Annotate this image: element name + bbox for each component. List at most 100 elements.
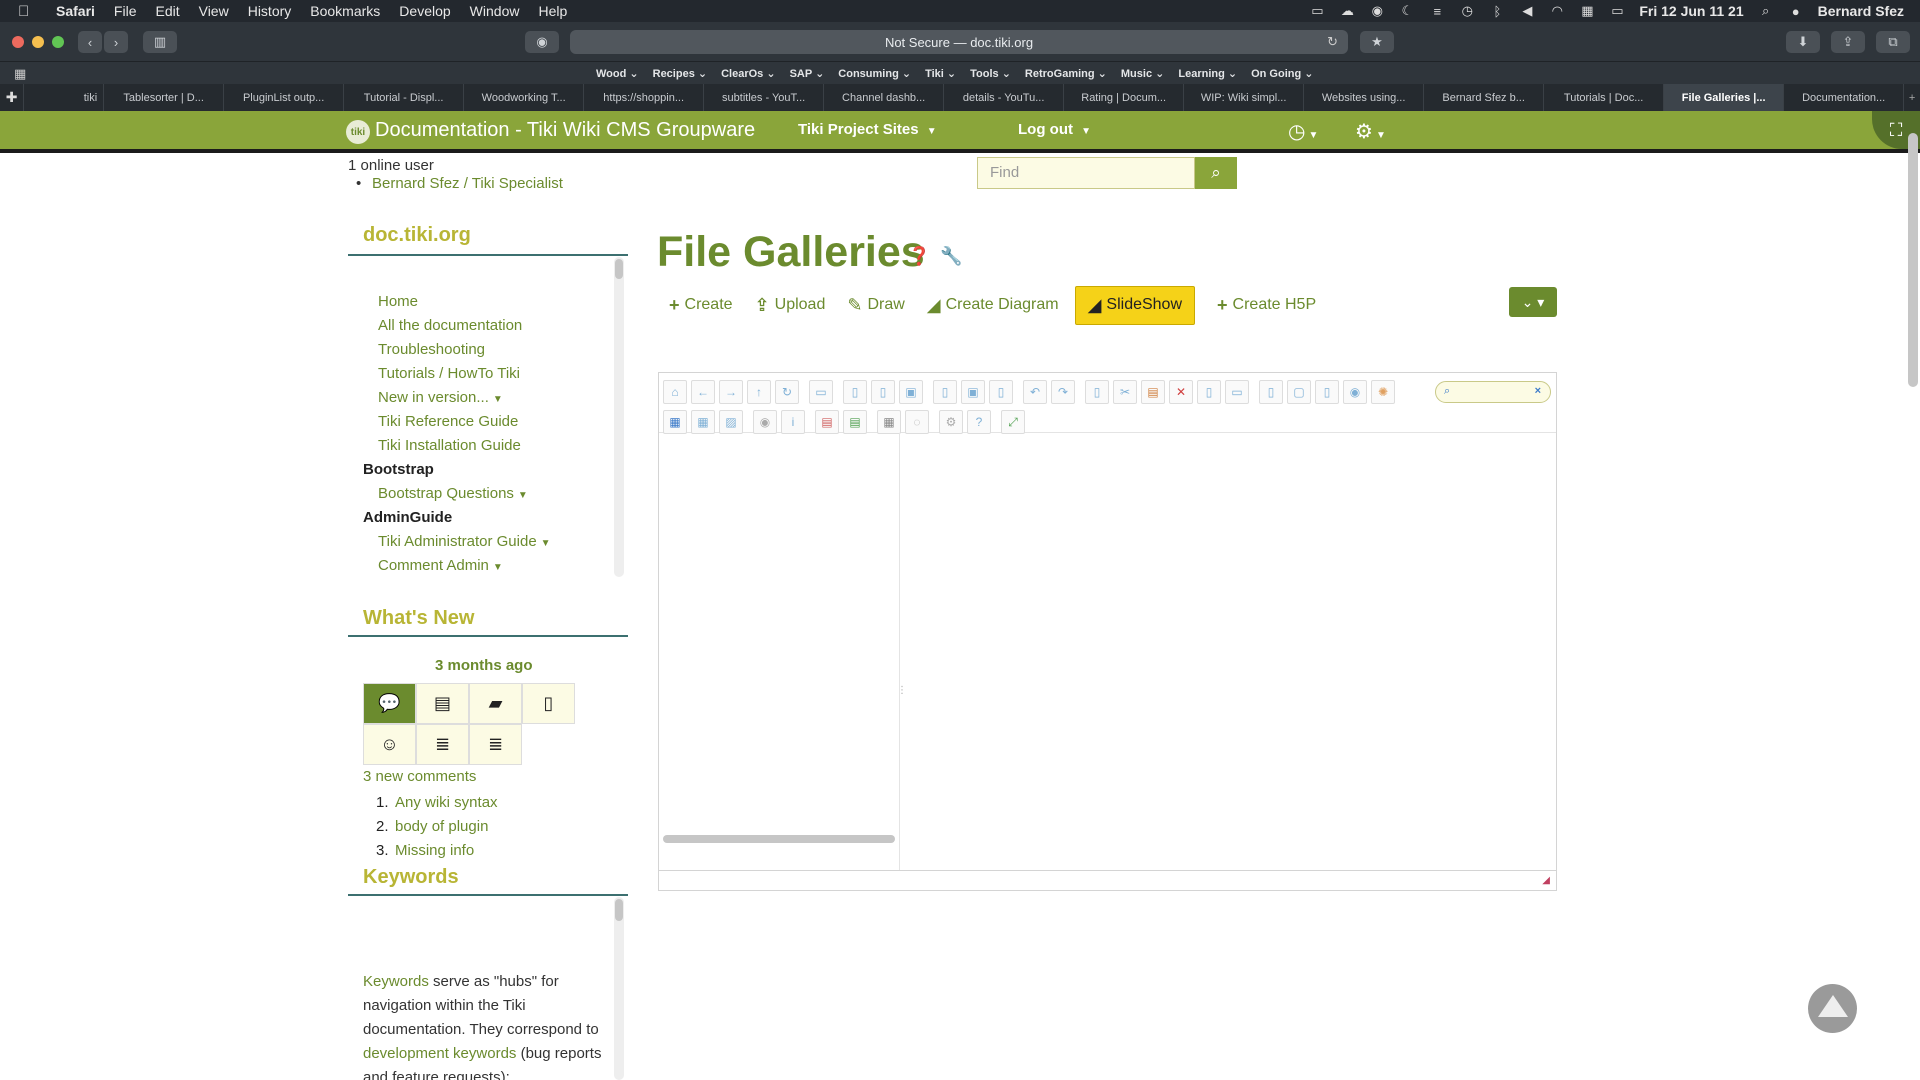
site-title[interactable]: Documentation - Tiki Wiki CMS Groupware	[375, 119, 755, 142]
tab-overview-button[interactable]: ⧉	[1876, 31, 1910, 53]
spotlight-search-icon[interactable]: ⌕	[1758, 3, 1774, 18]
bookmark-folder[interactable]: RetroGaming ⌄	[1025, 67, 1107, 80]
help-icon[interactable]: ❓	[908, 246, 930, 267]
tab[interactable]: Bernard Sfez b...	[1424, 84, 1545, 111]
tab[interactable]: Tablesorter | D...	[104, 84, 225, 111]
bookmark-folder[interactable]: ClearOs ⌄	[721, 67, 775, 80]
sidebar-heading-adminguide[interactable]: AdminGuide	[363, 506, 551, 530]
sidebar-heading-bootstrap[interactable]: Bootstrap	[363, 458, 551, 482]
download-icon[interactable]: ▣	[961, 380, 985, 404]
sidebar-item-tutorials[interactable]: Tutorials / HowTo Tiki	[363, 362, 551, 386]
database-tab-icon-2[interactable]: ≣	[469, 724, 522, 765]
menu-develop[interactable]: Develop	[399, 3, 450, 19]
copy-icon[interactable]: ▯	[1085, 380, 1109, 404]
sidebar-item-home[interactable]: Home	[363, 290, 551, 314]
reader-button[interactable]: ★	[1360, 31, 1394, 53]
bluetooth-icon[interactable]: ᛒ	[1489, 4, 1505, 19]
forward-button[interactable]: ›	[104, 31, 128, 53]
undo-icon[interactable]: ↶	[1023, 380, 1047, 404]
file-tab-icon[interactable]: ▯	[522, 683, 575, 724]
tab[interactable]: PluginList outp...	[224, 84, 345, 111]
menu-safari[interactable]: Safari	[56, 3, 95, 19]
bookmark-folder[interactable]: Music ⌄	[1121, 67, 1164, 80]
new-comments-link[interactable]: 3 new comments	[363, 768, 476, 785]
search-input[interactable]: Find	[977, 157, 1195, 189]
online-user-link[interactable]: Bernard Sfez / Tiki Specialist	[356, 175, 563, 192]
back-button[interactable]: ‹	[78, 31, 102, 53]
menubar-clock[interactable]: Fri 12 Jun 11 21	[1639, 3, 1743, 19]
settings-icon[interactable]: ⚙	[939, 410, 963, 434]
bookmark-folder[interactable]: Learning ⌄	[1178, 67, 1237, 80]
new-tab-icon[interactable]: +	[1904, 84, 1920, 111]
user-avatar-icon[interactable]: ●	[1788, 4, 1804, 19]
menu-view[interactable]: View	[199, 3, 229, 19]
minimize-window-icon[interactable]	[32, 36, 44, 48]
tiki-logo[interactable]: tiki	[346, 120, 370, 144]
sidebar-toggle-button[interactable]: ▥	[143, 31, 177, 53]
moon-icon[interactable]: ☾	[1399, 3, 1415, 18]
file-search-input[interactable]: ⌕ ×	[1435, 381, 1551, 403]
keywords-scrollbar[interactable]	[614, 897, 624, 1080]
select-icon[interactable]: ▭	[809, 380, 833, 404]
folder-tree-scrollbar[interactable]	[663, 835, 895, 843]
menu-bookmarks[interactable]: Bookmarks	[310, 3, 380, 19]
apple-icon[interactable]: 	[18, 3, 40, 20]
clear-search-icon[interactable]: ×	[1535, 385, 1541, 397]
battery-icon[interactable]: ▭	[1609, 3, 1625, 18]
netmount-icon[interactable]: ▤	[815, 410, 839, 434]
tab[interactable]: Rating | Docum...	[1064, 84, 1185, 111]
wiki-pages-tab-icon[interactable]: ▤	[416, 683, 469, 724]
help-icon[interactable]: ?	[967, 410, 991, 434]
bars-icon[interactable]: ≡	[1429, 4, 1445, 19]
hide-icon[interactable]: ◌	[905, 410, 929, 434]
reload-icon[interactable]: ↻	[1327, 34, 1338, 50]
tab[interactable]: tiki	[24, 84, 105, 111]
development-keywords-link[interactable]: development keywords	[363, 1045, 516, 1062]
resize-grip-icon[interactable]: ◢	[1542, 875, 1550, 886]
sidebar-item-troubleshooting[interactable]: Troubleshooting	[363, 338, 551, 362]
sidebar-item-all-docs[interactable]: All the documentation	[363, 314, 551, 338]
search-button[interactable]: ⌕	[1195, 157, 1237, 189]
info-icon[interactable]: i	[781, 410, 805, 434]
share-icon[interactable]: ▤	[843, 410, 867, 434]
tab[interactable]: WIP: Wiki simpl...	[1184, 84, 1305, 111]
forward-icon[interactable]: →	[719, 380, 743, 404]
sidebar-item-reference-guide[interactable]: Tiki Reference Guide	[363, 410, 551, 434]
users-tab-icon[interactable]: ☺	[363, 724, 416, 765]
extract-icon[interactable]: ▯	[1315, 380, 1339, 404]
open-icon[interactable]: ▯	[871, 380, 895, 404]
save-icon[interactable]: ▣	[899, 380, 923, 404]
tab[interactable]: Tutorial - Displ...	[344, 84, 465, 111]
bookmark-folder[interactable]: SAP ⌄	[790, 67, 825, 80]
sidebar-item-installation-guide[interactable]: Tiki Installation Guide	[363, 434, 551, 458]
onepassword-icon[interactable]: ◉	[1369, 3, 1385, 18]
folder-tree[interactable]: ⋮	[659, 433, 907, 870]
redo-icon[interactable]: ↷	[1051, 380, 1075, 404]
bookmark-folder[interactable]: Tools ⌄	[970, 67, 1011, 80]
privacy-report-button[interactable]: ◉	[525, 31, 559, 53]
reload-icon[interactable]: ↻	[775, 380, 799, 404]
settings-gear-icon[interactable]: ⚙ ▼	[1355, 119, 1386, 144]
tab[interactable]: https://shoppin...	[584, 84, 705, 111]
bookmark-folder[interactable]: On Going ⌄	[1251, 67, 1313, 80]
comment-link[interactable]: body of plugin	[395, 818, 488, 835]
menu-history[interactable]: History	[248, 3, 292, 19]
close-window-icon[interactable]	[12, 36, 24, 48]
scroll-to-top-button[interactable]	[1808, 984, 1857, 1033]
tab[interactable]: Documentation...	[1784, 84, 1905, 111]
duplicate-icon[interactable]: ▯	[1197, 380, 1221, 404]
menu-help[interactable]: Help	[538, 3, 567, 19]
sidebar-item-comment-admin[interactable]: Comment Admin ▼	[363, 554, 551, 578]
preferences-icon[interactable]: ✺	[1371, 380, 1395, 404]
comment-link[interactable]: Missing info	[395, 842, 474, 859]
downloads-button[interactable]: ⬇	[1786, 31, 1820, 53]
back-icon[interactable]: ←	[691, 380, 715, 404]
pinned-tab-icon[interactable]: ✚	[0, 84, 25, 111]
new-file-icon[interactable]: ▯	[843, 380, 867, 404]
more-actions-dropdown[interactable]: ⌄ ▾	[1509, 287, 1557, 317]
bookmark-folder[interactable]: Tiki ⌄	[925, 67, 956, 80]
sidebar-scrollbar[interactable]	[614, 257, 624, 577]
menu-window[interactable]: Window	[470, 3, 520, 19]
favorites-grid-icon[interactable]: ▦	[14, 66, 26, 82]
draw-button[interactable]: ✎ Draw	[847, 295, 904, 316]
